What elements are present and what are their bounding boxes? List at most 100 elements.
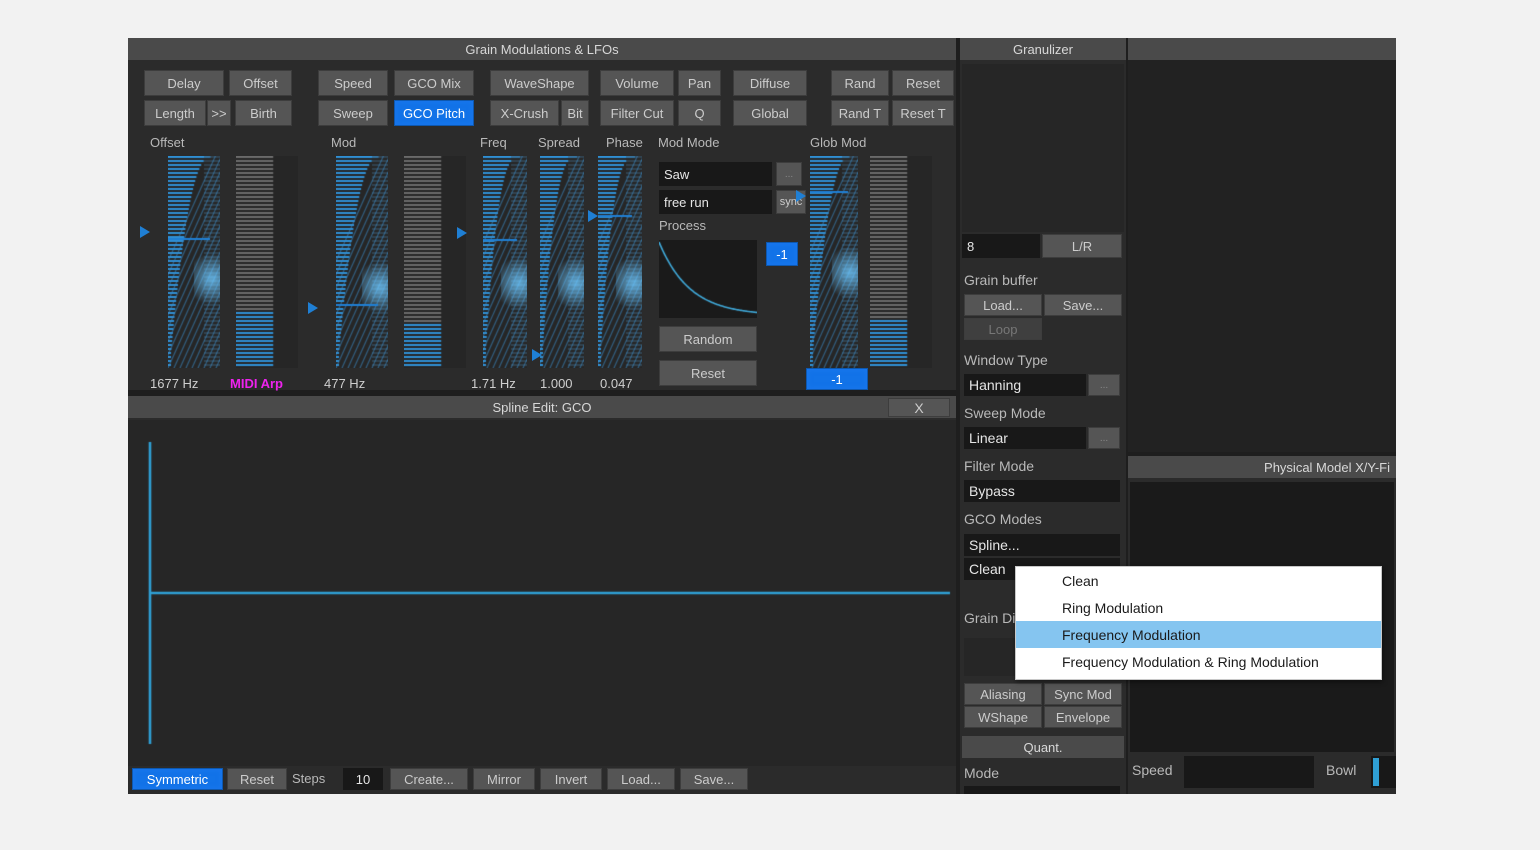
window-type-field[interactable]: Hanning <box>964 374 1086 396</box>
button-global[interactable]: Global <box>733 100 807 126</box>
mod-mode-shape-field[interactable]: Saw <box>659 162 772 186</box>
spline-save-button[interactable]: Save... <box>680 768 748 790</box>
process-curve-display[interactable] <box>659 240 757 318</box>
button-offset[interactable]: Offset <box>229 70 292 96</box>
slider-freq[interactable] <box>483 156 527 368</box>
button-delay[interactable]: Delay <box>144 70 224 96</box>
slider-handle[interactable] <box>140 226 150 238</box>
slider-midi-arp[interactable] <box>236 156 298 368</box>
granulizer-title: Granulizer <box>960 38 1126 60</box>
button-more[interactable]: >> <box>207 100 231 126</box>
spline-create-button[interactable]: Create... <box>390 768 468 790</box>
label-freq: Freq <box>480 135 507 150</box>
button-volume[interactable]: Volume <box>600 70 674 96</box>
slider-mod-src[interactable] <box>404 156 466 368</box>
granulizer-radial-display[interactable] <box>962 64 1124 232</box>
button-envelope[interactable]: Envelope <box>1044 706 1122 728</box>
button-reset[interactable]: Reset <box>892 70 954 96</box>
slider-spread[interactable] <box>540 156 584 368</box>
button-filter-cut[interactable]: Filter Cut <box>600 100 674 126</box>
speed-slider[interactable] <box>1184 756 1314 788</box>
slider-handle[interactable] <box>532 349 542 361</box>
mod-mode-sync-field[interactable]: free run <box>659 190 772 214</box>
button-bit[interactable]: Bit <box>561 100 589 126</box>
value-mod: 477 Hz <box>324 376 365 391</box>
slider-mod[interactable] <box>336 156 388 368</box>
grain-buffer-save-button[interactable]: Save... <box>1044 294 1122 316</box>
sweep-mode-field[interactable]: Linear <box>964 427 1086 449</box>
spline-symmetric-button[interactable]: Symmetric <box>132 768 223 790</box>
button-q[interactable]: Q <box>678 100 721 126</box>
label-speed: Speed <box>1132 762 1172 778</box>
menu-item-clean[interactable]: Clean <box>1016 567 1381 594</box>
button-rand[interactable]: Rand <box>831 70 889 96</box>
button-aliasing[interactable]: Aliasing <box>964 683 1042 705</box>
glob-mod-depth-value[interactable]: -1 <box>806 368 868 390</box>
generators-chart-canvas[interactable] <box>1128 60 1396 452</box>
slider-handle[interactable] <box>588 210 598 222</box>
label-filter-mode: Filter Mode <box>964 458 1034 474</box>
label-grain-buffer: Grain buffer <box>964 272 1038 288</box>
button-x-crush[interactable]: X-Crush <box>490 100 559 126</box>
slider-handle[interactable] <box>796 190 806 202</box>
button-waveshape[interactable]: WaveShape <box>490 70 589 96</box>
grain-buffer-loop-button[interactable]: Loop <box>964 318 1042 340</box>
gco-mode-dropdown-menu[interactable]: Clean Ring Modulation Frequency Modulati… <box>1015 566 1382 680</box>
button-gco-mix[interactable]: GCO Mix <box>394 70 474 96</box>
button-pan[interactable]: Pan <box>678 70 721 96</box>
granulizer-grains-field[interactable]: 8 <box>962 234 1040 258</box>
spline-steps-label: Steps <box>292 771 325 786</box>
spline-edit-title: Spline Edit: GCO <box>128 396 956 418</box>
label-window-type: Window Type <box>964 352 1048 368</box>
button-rand-t[interactable]: Rand T <box>831 100 889 126</box>
menu-item-ring-mod[interactable]: Ring Modulation <box>1016 594 1381 621</box>
slider-glob-mod[interactable] <box>810 156 858 368</box>
slider-handle[interactable] <box>457 227 467 239</box>
spline-curve-canvas[interactable] <box>128 420 956 766</box>
label-bowl: Bowl <box>1326 762 1356 778</box>
mod-mode-random-button[interactable]: Random <box>659 326 757 352</box>
label-phase: Phase <box>606 135 643 150</box>
sweep-mode-browse-button[interactable]: ... <box>1088 427 1120 449</box>
button-speed[interactable]: Speed <box>318 70 388 96</box>
spline-invert-button[interactable]: Invert <box>540 768 602 790</box>
spline-load-button[interactable]: Load... <box>607 768 675 790</box>
button-diffuse[interactable]: Diffuse <box>733 70 807 96</box>
spline-edit-panel: Spline Edit: GCO X Symmetric Reset Steps… <box>128 396 956 794</box>
button-gco-pitch[interactable]: GCO Pitch <box>394 100 474 126</box>
mod-mode-reset-button[interactable]: Reset <box>659 360 757 386</box>
value-offset: 1677 Hz <box>150 376 198 391</box>
label-process: Process <box>659 218 706 233</box>
label-spread: Spread <box>538 135 580 150</box>
menu-item-freq-mod[interactable]: Frequency Modulation <box>1016 621 1381 648</box>
button-reset-t[interactable]: Reset T <box>892 100 954 126</box>
quant-mode-field[interactable] <box>964 786 1120 794</box>
gco-spline-field[interactable]: Spline... <box>964 534 1120 556</box>
slider-handle[interactable] <box>308 302 318 314</box>
grain-buffer-load-button[interactable]: Load... <box>964 294 1042 316</box>
spline-close-button[interactable]: X <box>888 398 950 417</box>
quant-title: Quant. <box>962 736 1124 758</box>
button-birth[interactable]: Birth <box>235 100 292 126</box>
granulizer-channel-button[interactable]: L/R <box>1042 234 1122 258</box>
slider-glob-src[interactable] <box>870 156 932 368</box>
spline-mirror-button[interactable]: Mirror <box>473 768 535 790</box>
spline-reset-button[interactable]: Reset <box>227 768 287 790</box>
grain-modulations-panel: Grain Modulations & LFOs Delay Offset Sp… <box>128 38 956 390</box>
button-sweep[interactable]: Sweep <box>318 100 388 126</box>
menu-item-freq-ring-mod[interactable]: Frequency Modulation & Ring Modulation <box>1016 648 1381 675</box>
button-wshape[interactable]: WShape <box>964 706 1042 728</box>
filter-mode-field[interactable]: Bypass <box>964 480 1120 502</box>
slider-phase[interactable] <box>598 156 642 368</box>
button-sync-mod[interactable]: Sync Mod <box>1044 683 1122 705</box>
plugin-window: Grain Modulations & LFOs Delay Offset Sp… <box>128 38 1396 794</box>
spline-steps-value[interactable]: 10 <box>343 768 383 790</box>
physical-model-title: Physical Model X/Y-Fi <box>1128 456 1396 478</box>
window-type-browse-button[interactable]: ... <box>1088 374 1120 396</box>
slider-offset[interactable] <box>168 156 220 368</box>
button-length[interactable]: Length <box>144 100 206 126</box>
bowl-slider-fill <box>1373 758 1379 786</box>
mod-mode-shape-browse-button[interactable]: ... <box>776 162 802 186</box>
process-depth-value[interactable]: -1 <box>766 242 798 266</box>
label-gco-modes: GCO Modes <box>964 511 1042 527</box>
